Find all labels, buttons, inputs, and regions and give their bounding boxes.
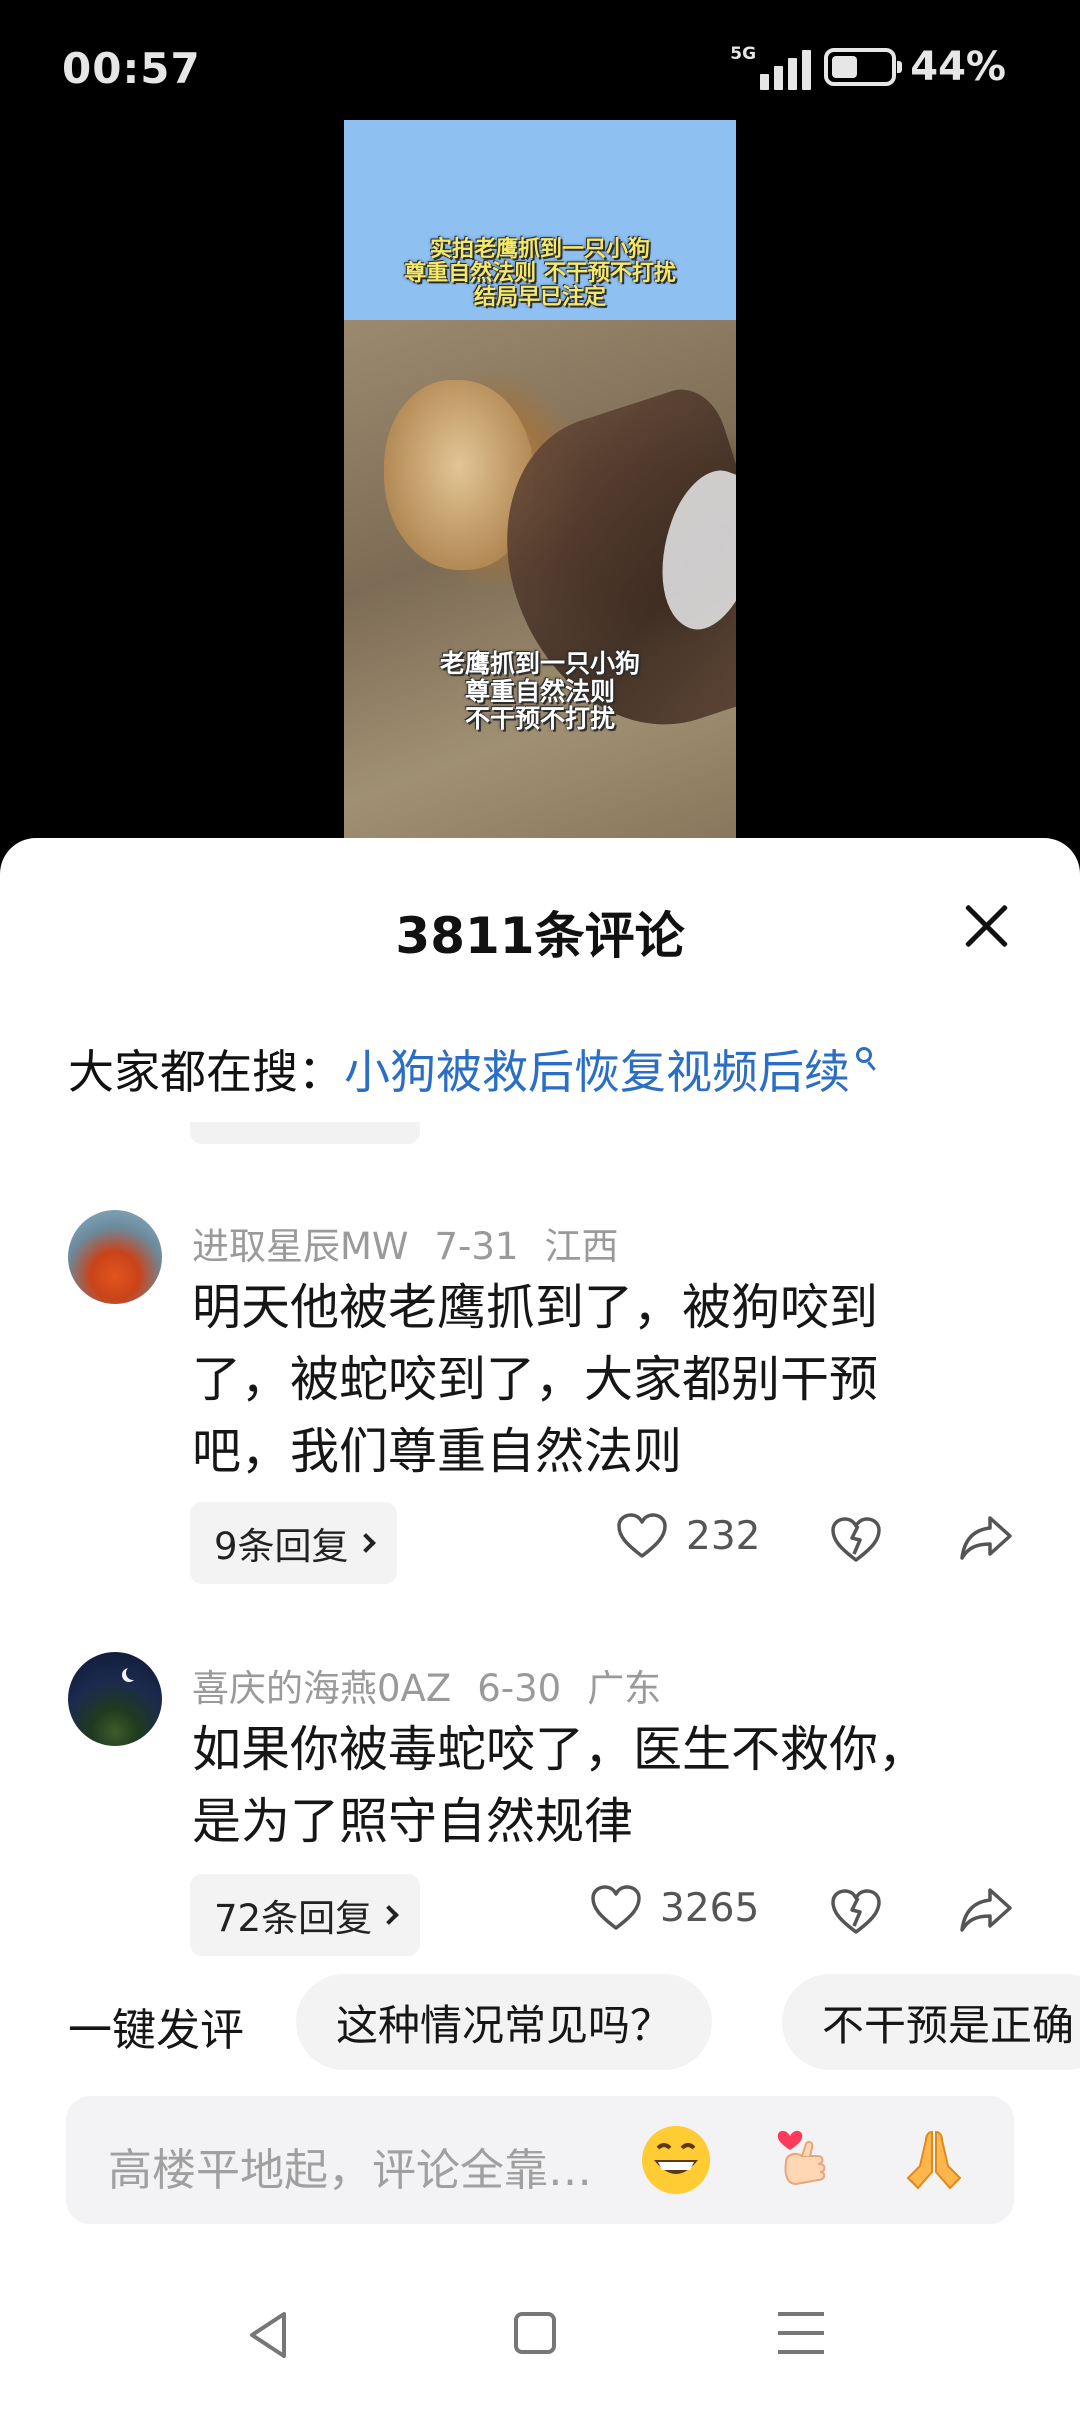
heart-icon xyxy=(617,1513,667,1558)
search-icon[interactable] xyxy=(854,1045,878,1077)
like-button[interactable]: 3265 xyxy=(590,1884,759,1932)
trending-search-label: 大家都在搜： xyxy=(68,1045,344,1099)
home-icon[interactable] xyxy=(514,2312,556,2354)
share-icon[interactable] xyxy=(958,1510,1014,1566)
trending-search: 大家都在搜： 小狗被救后恢复视频后续 xyxy=(68,1036,878,1102)
view-replies-button[interactable]: 9条回复 xyxy=(190,1502,397,1584)
comment-date: 7-31 xyxy=(434,1225,519,1268)
like-button[interactable]: 232 xyxy=(616,1512,760,1560)
dislike-heart-icon[interactable] xyxy=(828,1510,884,1566)
grinning-face-emoji[interactable] xyxy=(638,2122,714,2198)
like-count: 232 xyxy=(686,1513,761,1559)
comment-meta: 喜庆的海燕0AZ 6-30 广东 xyxy=(192,1658,687,1712)
share-icon[interactable] xyxy=(958,1882,1014,1938)
heart-icon xyxy=(591,1885,641,1930)
comment-meta: 进取星辰MW 7-31 江西 xyxy=(192,1216,645,1270)
battery-percent: 44% xyxy=(910,44,1006,90)
quick-comment-chip[interactable]: 不干预是正确 xyxy=(782,1974,1080,2070)
comment-location: 广东 xyxy=(587,1667,662,1710)
video-caption-top: 实拍老鹰抓到一只小狗 尊重自然法则 不干预不打扰 结局早已注定 xyxy=(404,237,676,311)
trending-search-link[interactable]: 小狗被救后恢复视频后续 xyxy=(344,1036,850,1102)
video-player[interactable]: 实拍老鹰抓到一只小狗 尊重自然法则 不干预不打扰 结局早已注定 老鹰抓到一只小狗… xyxy=(344,120,736,840)
chevron-right-icon xyxy=(379,1905,399,1925)
status-time: 00:57 xyxy=(62,44,201,93)
like-count: 3265 xyxy=(660,1885,760,1931)
comment-text[interactable]: 明天他被老鹰抓到了，被狗咬到 了，被蛇咬到了，大家都别干预 吧，我们尊重自然法则 xyxy=(192,1272,1012,1488)
cell-signal-icon: 5G xyxy=(730,44,812,90)
scrolled-reply-chip xyxy=(190,1122,420,1144)
video-caption-bottom: 老鹰抓到一只小狗 尊重自然法则 不干预不打扰 xyxy=(439,649,640,733)
finger-heart-emoji[interactable] xyxy=(766,2122,842,2198)
comment-sheet: 3811条评论 大家都在搜： 小狗被救后恢复视频后续 进取星辰MW 7-31 江西 … xyxy=(0,838,1080,2412)
system-navigation-bar xyxy=(0,2290,1080,2412)
close-icon[interactable] xyxy=(962,902,1010,950)
status-bar: 00:57 5G 44% xyxy=(0,0,1080,140)
battery-icon xyxy=(824,48,903,86)
quick-comment-row: 一键发评 这种情况常见吗？ 不干预是正确 xyxy=(0,1972,1080,2072)
video-frame xyxy=(344,320,736,840)
system-icons: 5G 44% xyxy=(730,44,1006,90)
comment-location: 江西 xyxy=(544,1225,619,1268)
view-replies-button[interactable]: 72条回复 xyxy=(190,1874,421,1956)
back-icon[interactable] xyxy=(244,2308,292,2362)
folded-hands-emoji[interactable] xyxy=(896,2122,972,2198)
comment-count-title: 3811条评论 xyxy=(395,907,685,965)
avatar[interactable] xyxy=(68,1210,162,1304)
avatar[interactable] xyxy=(68,1652,162,1746)
comment-username[interactable]: 进取星辰MW xyxy=(192,1225,409,1268)
recent-apps-icon[interactable] xyxy=(778,2312,824,2354)
comment-username[interactable]: 喜庆的海燕0AZ xyxy=(192,1667,451,1710)
comment-text[interactable]: 如果你被毒蛇咬了，医生不救你， 是为了照守自然规律 xyxy=(192,1714,1012,1858)
screen: 00:57 5G 44% 实拍老鹰抓到一只小狗 尊重自然法则 不干预不打扰 结局… xyxy=(0,0,1080,2412)
dislike-heart-icon[interactable] xyxy=(828,1882,884,1938)
comment-input-placeholder: 高楼平地起，评论全靠… xyxy=(108,2145,592,2196)
battery-fill xyxy=(832,56,858,78)
quick-comment-chip[interactable]: 这种情况常见吗？ xyxy=(296,1974,713,2070)
comment-input[interactable]: 高楼平地起，评论全靠… xyxy=(66,2096,1014,2224)
chevron-right-icon xyxy=(355,1533,376,1553)
comment-date: 6-30 xyxy=(477,1667,562,1710)
quick-comment-label: 一键发评 xyxy=(68,2005,244,2056)
network-type: 5G xyxy=(730,44,757,64)
